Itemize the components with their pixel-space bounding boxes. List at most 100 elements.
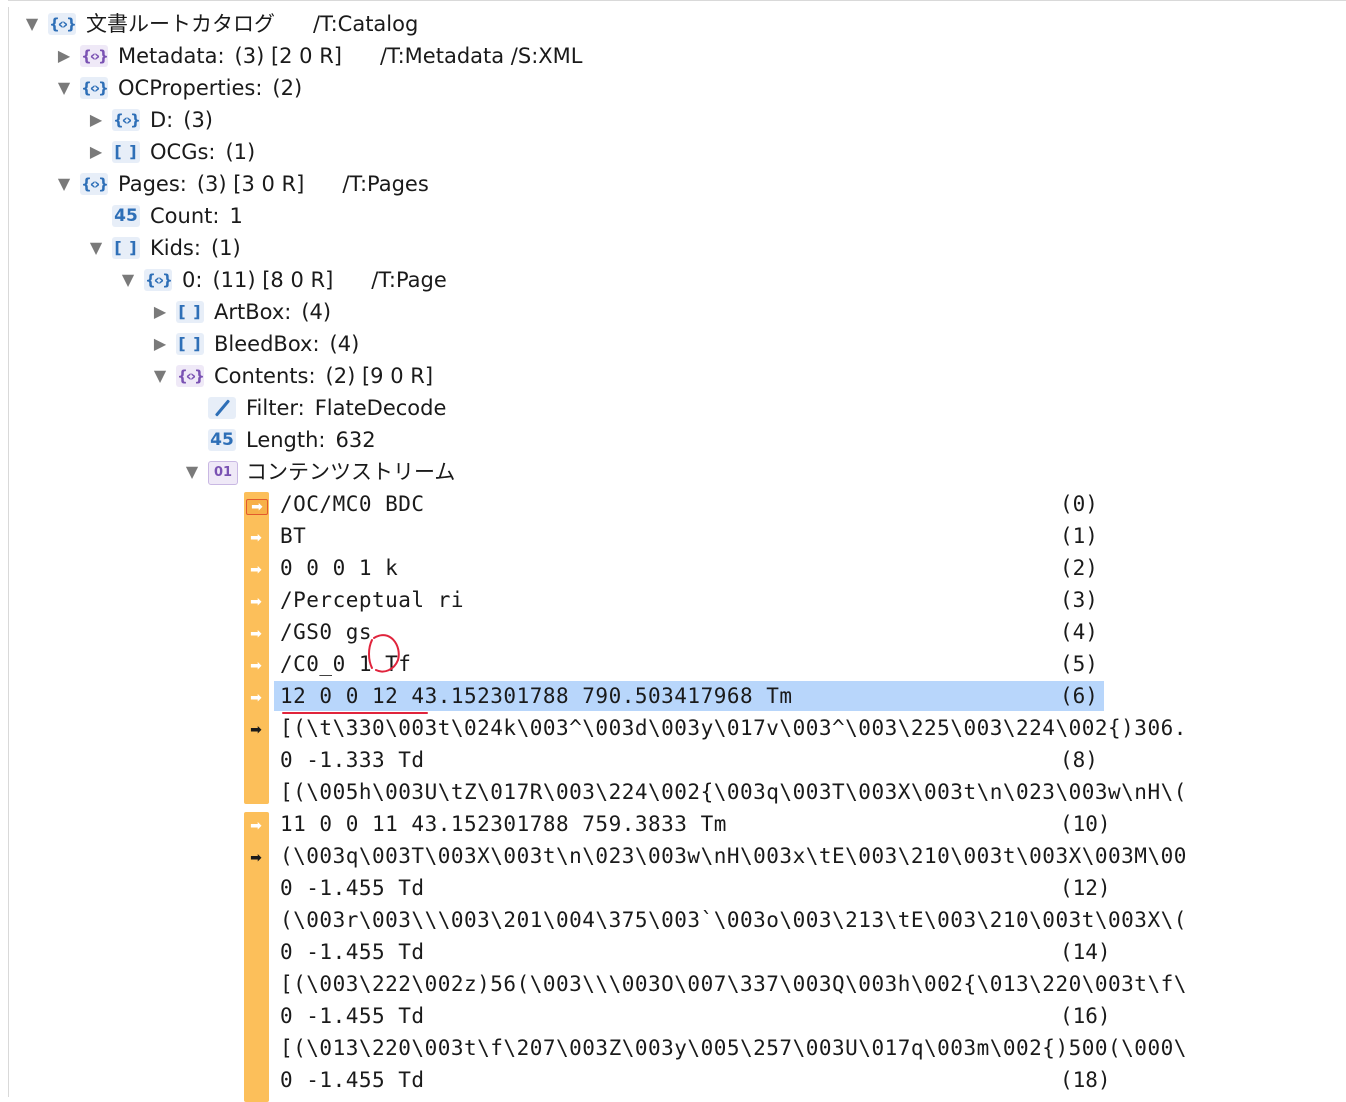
disclosure-expanded-icon[interactable]: ▼ <box>182 456 202 488</box>
stream-index: (14) <box>1060 940 1111 964</box>
tree-key: コンテンツストリーム <box>246 460 456 484</box>
tree-value: (11) [8 0 R] <box>212 268 334 292</box>
tree-row-text: Metadata: (3) [2 0 R] /T:Metadata /S:XML <box>118 40 583 72</box>
stream-index: (4) <box>1060 620 1098 644</box>
name-icon <box>208 397 236 419</box>
stream-row[interactable]: 0 -1.333 Td (8) <box>0 744 1346 776</box>
stream-row[interactable]: [(\t\330\003t\024k\003^\003d\003y\017v\0… <box>0 712 1346 744</box>
stream-row[interactable]: /GS0 gs (4) <box>0 616 1346 648</box>
stream-operator: 11 0 0 11 43.152301788 759.3833 Tm <box>280 812 727 836</box>
tree-key: Pages: <box>118 172 187 196</box>
array-icon: [ ] <box>176 333 204 355</box>
stream-row[interactable]: 0 0 0 1 k (2) <box>0 552 1346 584</box>
disclosure-expanded-icon[interactable]: ▼ <box>22 8 42 40</box>
stream-row[interactable]: [(\005h\003U\tZ\017R\003\224\002{\003q\0… <box>0 776 1346 808</box>
stream-index: (6) <box>1060 684 1098 708</box>
tree-value: (4) <box>301 300 332 324</box>
tree-row[interactable]: ▶ [ ] ArtBox: (4) <box>0 296 1346 328</box>
tree-row[interactable]: ▼ {‹›} 文書ルートカタログ/T:Catalog <box>0 8 1346 40</box>
red-underline-annotation <box>282 712 428 714</box>
stream-operator: /OC/MC0 BDC <box>280 492 425 516</box>
stream-row[interactable]: /Perceptual ri (3) <box>0 584 1346 616</box>
stream-row[interactable]: (\003q\003T\003X\003t\n\023\003w\nH\003x… <box>0 840 1346 872</box>
tree-row[interactable]: ▼ {‹›} 0: (11) [8 0 R] /T:Page <box>0 264 1346 296</box>
stream-index: (1) <box>1060 524 1098 548</box>
red-circle-annotation <box>368 634 400 673</box>
disclosure-collapsed-icon[interactable]: ▶ <box>86 136 106 168</box>
dictionary-icon: {‹›} <box>48 13 77 35</box>
pdf-object-tree: ▼ {‹›} 文書ルートカタログ/T:Catalog ▶ {‹›} Metadata: (3… <box>0 8 1346 488</box>
tree-row[interactable]: 45 Length: 632 <box>0 424 1346 456</box>
tree-type: /T:Pages <box>342 172 429 196</box>
tree-row[interactable]: ▶ [ ] BleedBox: (4) <box>0 328 1346 360</box>
tree-row[interactable]: ▼ {‹›} Contents: (2) [9 0 R] <box>0 360 1346 392</box>
stream-row[interactable]: 0 -1.455 Td (16) <box>0 1000 1346 1032</box>
stream-row[interactable]: /C0_0 1 Tf (5) <box>0 648 1346 680</box>
tree-row[interactable]: ▶ [ ] OCGs: (1) <box>0 136 1346 168</box>
stream-operator: [(\005h\003U\tZ\017R\003\224\002{\003q\0… <box>280 780 1187 804</box>
stream-operator: /GS0 gs <box>280 620 373 644</box>
stream-row[interactable]: [(\003\222\002z)56(\003\\\003O\007\337\0… <box>0 968 1346 1000</box>
tree-row[interactable]: ▶ {‹›} Metadata: (3) [2 0 R] /T:Metadata /S:… <box>0 40 1346 72</box>
stream-row[interactable]: /OC/MC0 BDC (0) <box>0 488 1346 520</box>
stream-operator: 0 -1.455 Td <box>280 940 425 964</box>
tree-row[interactable]: ▼ 01 コンテンツストリーム <box>0 456 1346 488</box>
tree-type: /T:Page <box>371 268 447 292</box>
dictionary-ref-icon: {‹›} <box>176 365 205 387</box>
stream-row[interactable]: 11 0 0 11 43.152301788 759.3833 Tm (10) <box>0 808 1346 840</box>
stream-operator: 0 0 0 1 k <box>280 556 399 580</box>
tree-key: D: <box>150 108 174 132</box>
stream-operator: 0 -1.455 Td <box>280 1004 425 1028</box>
stream-row[interactable]: BT (1) <box>0 520 1346 552</box>
stream-operator: 0 -1.333 Td <box>280 748 425 772</box>
tree-row[interactable]: ▶ {‹›} D: (3) <box>0 104 1346 136</box>
stream-operator: 0 -1.455 Td <box>280 876 425 900</box>
stream-index: (8) <box>1060 748 1098 772</box>
stream-index: (18) <box>1060 1068 1111 1092</box>
number-icon: 45 <box>112 205 140 227</box>
stream-icon: 01 <box>208 461 238 485</box>
stream-index: (12) <box>1060 876 1111 900</box>
disclosure-collapsed-icon[interactable]: ▶ <box>86 104 106 136</box>
disclosure-expanded-icon[interactable]: ▼ <box>54 168 74 200</box>
tree-key: BleedBox: <box>214 332 320 356</box>
tree-key: Contents: <box>214 364 316 388</box>
tree-row[interactable]: Filter: FlateDecode <box>0 392 1346 424</box>
stream-index: (2) <box>1060 556 1098 580</box>
disclosure-collapsed-icon[interactable]: ▶ <box>54 40 74 72</box>
tree-value: (1) <box>225 140 256 164</box>
disclosure-expanded-icon[interactable]: ▼ <box>86 232 106 264</box>
window-top-border <box>8 0 1346 7</box>
stream-row[interactable]: [(\013\220\003t\f\207\003Z\003y\005\257\… <box>0 1032 1346 1064</box>
tree-key: 文書ルートカタログ <box>86 12 275 36</box>
tree-row-text: Length: 632 <box>246 424 376 456</box>
stream-row[interactable]: 0 -1.455 Td (14) <box>0 936 1346 968</box>
disclosure-collapsed-icon[interactable]: ▶ <box>150 296 170 328</box>
disclosure-expanded-icon[interactable]: ▼ <box>118 264 138 296</box>
tree-row[interactable]: 45 Count: 1 <box>0 200 1346 232</box>
tree-row[interactable]: ▼ [ ] Kids: (1) <box>0 232 1346 264</box>
tree-key: Kids: <box>150 236 201 260</box>
tree-row-text: 文書ルートカタログ/T:Catalog <box>86 8 418 40</box>
stream-operator: /Perceptual ri <box>280 588 465 612</box>
stream-operator: 12 0 0 12 43.152301788 790.503417968 Tm <box>280 684 793 708</box>
stream-operator: (\003r\003\\\003\201\004\375\003`\003o\0… <box>280 908 1187 932</box>
stream-row[interactable]: 0 -1.455 Td (12) <box>0 872 1346 904</box>
stream-index: (10) <box>1060 812 1111 836</box>
stream-row-selected[interactable]: 12 0 0 12 43.152301788 790.503417968 Tm (… <box>0 680 1346 712</box>
stream-operator: 0 -1.455 Td <box>280 1068 425 1092</box>
stream-row[interactable]: 0 -1.455 Td (18) <box>0 1064 1346 1096</box>
tree-key: ArtBox: <box>214 300 292 324</box>
disclosure-expanded-icon[interactable]: ▼ <box>54 72 74 104</box>
tree-value: (4) <box>329 332 360 356</box>
tree-row[interactable]: ▼ {‹›} Pages: (3) [3 0 R] /T:Pages <box>0 168 1346 200</box>
array-icon: [ ] <box>176 301 204 323</box>
dictionary-icon: {‹›} <box>112 109 141 131</box>
stream-row[interactable]: (\003r\003\\\003\201\004\375\003`\003o\0… <box>0 904 1346 936</box>
disclosure-collapsed-icon[interactable]: ▶ <box>150 328 170 360</box>
disclosure-expanded-icon[interactable]: ▼ <box>150 360 170 392</box>
stream-operator: BT <box>280 524 307 548</box>
array-icon: [ ] <box>112 141 140 163</box>
tree-row[interactable]: ▼ {‹›} OCProperties: (2) <box>0 72 1346 104</box>
tree-value: 632 <box>335 428 376 452</box>
